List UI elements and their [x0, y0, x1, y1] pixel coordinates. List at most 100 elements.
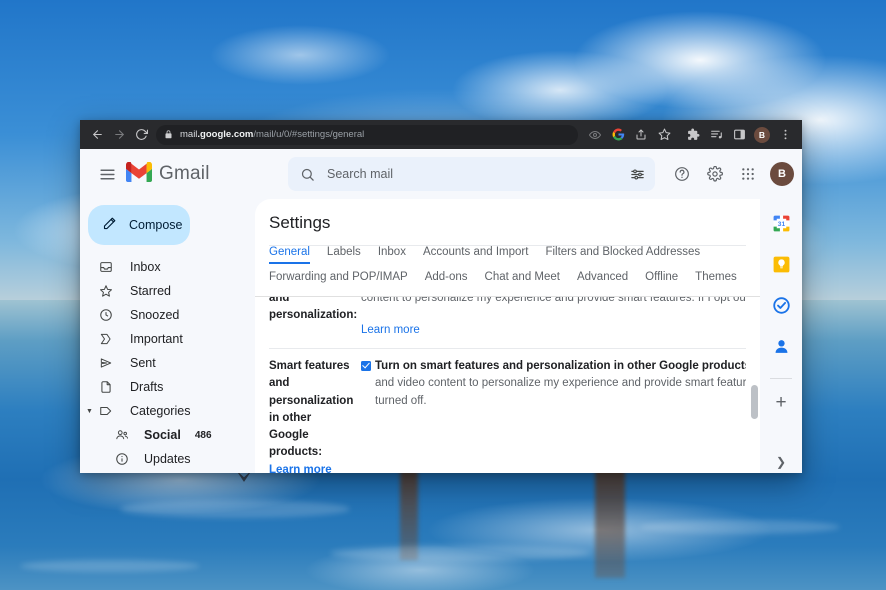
browser-toolbar: mail.google.com/mail/u/0/#settings/gener… [80, 120, 802, 149]
search-input[interactable] [327, 167, 630, 181]
gmail-logo[interactable]: Gmail [126, 161, 268, 187]
tab-forwarding-and-pop-imap[interactable]: Forwarding and POP/IMAP [269, 271, 408, 289]
settings-content[interactable]: and personalization: content to personal… [255, 297, 760, 473]
reload-icon[interactable] [130, 124, 152, 146]
tab-filters-and-blocked-addresses[interactable]: Filters and Blocked Addresses [545, 246, 700, 264]
gmail-main: Settings General Labels Inbox Accounts a… [255, 199, 802, 473]
gmail-sidebar: Compose Inbox Starred Snoozed Important … [80, 199, 255, 473]
google-calendar-icon[interactable]: 31 [771, 213, 791, 233]
sidebar-item-count: 486 [194, 429, 212, 441]
gmail-header-actions: B [655, 159, 794, 189]
tab-chat-and-meet[interactable]: Chat and Meet [485, 271, 560, 289]
sidebar-item-important[interactable]: Important [80, 327, 255, 351]
sidebar-item-updates[interactable]: Updates [80, 447, 255, 471]
sidebar-item-sent[interactable]: Sent [80, 351, 255, 375]
page-title: Settings [269, 213, 331, 232]
sidebar-item-social[interactable]: Social 486 [80, 423, 255, 447]
setting-label-line: and [269, 296, 290, 304]
setting-clipped-text: content to personalize my experience and… [361, 296, 746, 304]
sidebar-item-label: Snoozed [130, 308, 180, 322]
sidebar-item-drafts[interactable]: Drafts [80, 375, 255, 399]
privacy-eye-icon[interactable] [584, 124, 606, 146]
address-bar-url: mail.google.com/mail/u/0/#settings/gener… [180, 129, 365, 140]
gmail-app: Gmail Search mail B Compose Inbox Starre… [80, 149, 802, 473]
share-icon[interactable] [630, 124, 652, 146]
google-tasks-icon[interactable] [771, 295, 791, 315]
media-list-icon[interactable] [705, 124, 727, 146]
sidebar-item-categories[interactable]: ▼ Categories [80, 399, 255, 423]
compose-button[interactable]: Compose [88, 205, 190, 245]
label-tag-icon [98, 404, 114, 418]
people-icon [114, 428, 130, 442]
setting-option-line-2: and video content to personalize my expe… [375, 377, 746, 390]
hamburger-menu-icon[interactable] [90, 157, 124, 191]
sidebar-item-label: Important [130, 332, 183, 346]
gmail-logo-icon [126, 161, 152, 187]
sidebar-item-starred[interactable]: Starred [80, 279, 255, 303]
tab-labels[interactable]: Labels [327, 246, 361, 264]
compose-label: Compose [129, 218, 183, 232]
svg-text:31: 31 [777, 221, 785, 228]
desktop-wallpaper: mail.google.com/mail/u/0/#settings/gener… [0, 0, 886, 590]
add-addon-button[interactable]: + [775, 393, 786, 412]
forward-arrow-icon[interactable] [108, 124, 130, 146]
sidebar-item-label: Categories [130, 404, 191, 418]
sidebar-item-inbox[interactable]: Inbox [80, 255, 255, 279]
back-arrow-icon[interactable] [86, 124, 108, 146]
search-options-icon[interactable] [630, 167, 645, 182]
settings-card: Settings General Labels Inbox Accounts a… [255, 199, 760, 473]
sidebar-item-label: Inbox [130, 260, 161, 274]
side-panel-icon[interactable] [728, 124, 750, 146]
pencil-icon [102, 216, 117, 234]
google-apps-grid-icon[interactable] [733, 159, 763, 189]
clock-icon [98, 308, 114, 322]
settings-scrollbar[interactable] [751, 384, 758, 419]
setting-option-line-3: turned off. [375, 394, 427, 407]
three-dot-menu-icon[interactable] [774, 124, 796, 146]
setting-label-line: personalization [269, 394, 354, 407]
learn-more-link[interactable]: Learn more [269, 462, 332, 473]
setting-option-line-1: Turn on smart features and personalizati… [361, 358, 746, 375]
setting-value: content to personalize my experience and… [361, 297, 746, 340]
tab-add-ons[interactable]: Add-ons [425, 271, 468, 289]
setting-row-smart-features-gmail: and personalization: content to personal… [269, 297, 746, 350]
google-contacts-icon[interactable] [771, 336, 791, 356]
setting-label-line: and [269, 377, 290, 390]
send-icon [98, 356, 114, 370]
tab-advanced[interactable]: Advanced [577, 271, 628, 289]
gmail-header: Gmail Search mail B [80, 149, 802, 199]
chevron-down-icon[interactable]: ▼ [86, 408, 93, 415]
setting-row-smart-features-other-google: Smart features and personalization in ot… [269, 349, 746, 473]
tab-offline[interactable]: Offline [645, 271, 678, 289]
chevron-right-icon[interactable]: ❯ [776, 455, 786, 469]
sidebar-item-label: Sent [130, 356, 156, 370]
account-avatar[interactable]: B [770, 162, 794, 186]
star-icon [98, 284, 114, 298]
tab-themes[interactable]: Themes [695, 271, 737, 289]
browser-profile-avatar[interactable]: B [751, 124, 773, 146]
tab-general[interactable]: General [269, 246, 310, 264]
google-keep-icon[interactable] [771, 254, 791, 274]
address-bar[interactable]: mail.google.com/mail/u/0/#settings/gener… [156, 124, 578, 145]
gmail-right-rail: 31 + ❯ [760, 199, 802, 473]
google-icon[interactable] [607, 124, 629, 146]
settings-tabs-row-2: Forwarding and POP/IMAP Add-ons Chat and… [269, 264, 746, 296]
learn-more-link[interactable]: Learn more [361, 322, 420, 339]
search-bar[interactable] [288, 157, 655, 191]
settings-tabs-row-1: General Labels Inbox Accounts and Import… [269, 246, 746, 264]
sidebar-item-snoozed[interactable]: Snoozed [80, 303, 255, 327]
smart-features-checkbox[interactable] [361, 360, 371, 371]
tab-inbox[interactable]: Inbox [378, 246, 406, 264]
help-circle-icon[interactable] [667, 159, 697, 189]
sidebar-item-label: Starred [130, 284, 171, 298]
tab-accounts-and-import[interactable]: Accounts and Import [423, 246, 528, 264]
setting-label-line: Smart features [269, 360, 350, 373]
extensions-puzzle-icon[interactable] [682, 124, 704, 146]
setting-label-line: personalization: [269, 308, 358, 321]
sidebar-item-label: Social [144, 428, 181, 442]
gear-icon[interactable] [700, 159, 730, 189]
setting-label: Smart features and personalization in ot… [269, 358, 361, 473]
browser-profile-initial: B [754, 126, 770, 143]
bookmark-star-icon[interactable] [653, 124, 675, 146]
address-bar-path: /mail/u/0/#settings/general [253, 129, 365, 140]
